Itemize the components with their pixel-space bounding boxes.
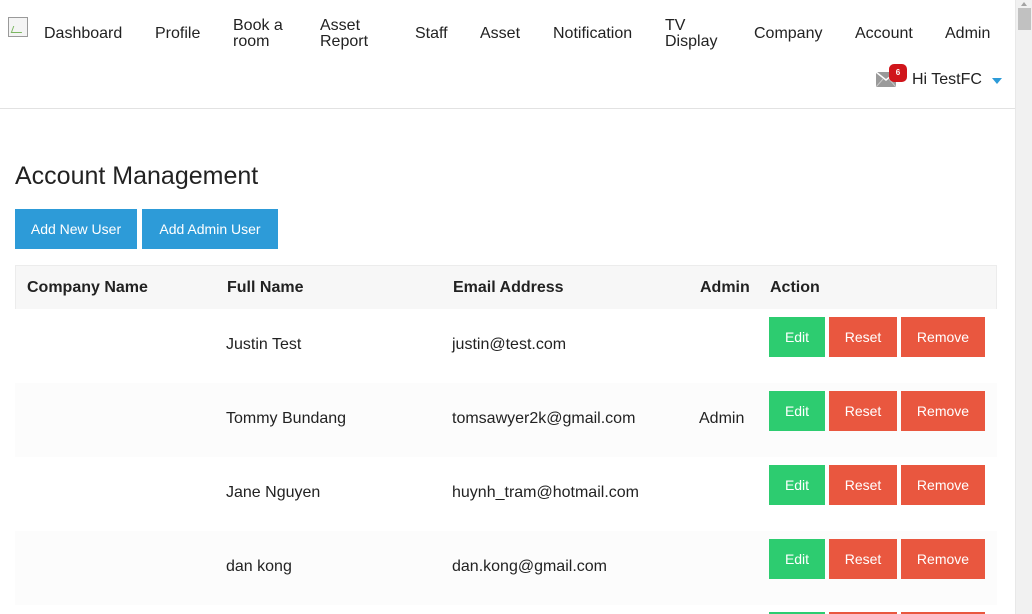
reset-button[interactable]: Reset bbox=[829, 539, 897, 579]
table-row-partial bbox=[15, 605, 997, 614]
cell-full-name: Jane Nguyen bbox=[226, 484, 321, 501]
nav-account[interactable]: Account bbox=[855, 26, 913, 42]
edit-button[interactable]: Edit bbox=[769, 317, 825, 357]
cell-full-name: Tommy Bundang bbox=[226, 410, 347, 427]
table-row: Tommy Bundang tomsawyer2k@gmail.com Admi… bbox=[15, 383, 997, 457]
cell-email: justin@test.com bbox=[452, 336, 567, 353]
scrollbar-thumb[interactable] bbox=[1018, 8, 1031, 30]
reset-button[interactable]: Reset bbox=[829, 317, 897, 357]
header-full-name: Full Name bbox=[227, 279, 304, 296]
table-row: Justin Test justin@test.com Edit Reset R… bbox=[15, 309, 997, 383]
table-header-row: Company Name Full Name Email Address Adm… bbox=[15, 265, 997, 309]
cell-admin: Admin bbox=[699, 410, 745, 427]
reset-button[interactable]: Reset bbox=[829, 465, 897, 505]
nav-company[interactable]: Company bbox=[754, 26, 822, 42]
nav-profile[interactable]: Profile bbox=[155, 26, 200, 42]
header-action: Action bbox=[770, 279, 820, 296]
remove-button[interactable]: Remove bbox=[901, 539, 985, 579]
header-admin: Admin bbox=[700, 279, 750, 296]
remove-button[interactable]: Remove bbox=[901, 465, 985, 505]
nav-dashboard[interactable]: Dashboard bbox=[44, 26, 122, 42]
user-greeting[interactable]: Hi TestFC bbox=[912, 71, 982, 89]
page-title: Account Management bbox=[15, 162, 259, 190]
add-new-user-button[interactable]: Add New User bbox=[15, 209, 137, 249]
edit-button[interactable]: Edit bbox=[769, 539, 825, 579]
header-email-address: Email Address bbox=[453, 279, 564, 296]
nav-asset-report[interactable]: Asset Report bbox=[320, 18, 375, 50]
nav-staff[interactable]: Staff bbox=[415, 26, 448, 42]
cell-full-name: dan kong bbox=[226, 558, 292, 575]
edit-button[interactable]: Edit bbox=[769, 465, 825, 505]
vertical-scrollbar[interactable] bbox=[1015, 0, 1032, 614]
nav-asset[interactable]: Asset bbox=[480, 26, 520, 42]
table-row: dan kong dan.kong@gmail.com Edit Reset R… bbox=[15, 531, 997, 605]
cell-full-name: Justin Test bbox=[226, 336, 302, 353]
unread-count-badge: 6 bbox=[889, 64, 907, 82]
edit-button[interactable]: Edit bbox=[769, 391, 825, 431]
remove-button[interactable]: Remove bbox=[901, 317, 985, 357]
table-row: Jane Nguyen huynh_tram@hotmail.com Edit … bbox=[15, 457, 997, 531]
add-admin-user-button[interactable]: Add Admin User bbox=[142, 209, 278, 249]
remove-button[interactable]: Remove bbox=[901, 391, 985, 431]
caret-down-icon[interactable] bbox=[992, 78, 1002, 84]
nav-admin[interactable]: Admin bbox=[945, 26, 990, 42]
cell-email: huynh_tram@hotmail.com bbox=[452, 484, 639, 501]
header-company-name: Company Name bbox=[27, 279, 148, 296]
nav-notification[interactable]: Notification bbox=[553, 26, 632, 42]
nav-tv-display[interactable]: TV Display bbox=[665, 18, 721, 50]
scroll-up-arrow-icon[interactable] bbox=[1021, 2, 1027, 6]
cell-email: dan.kong@gmail.com bbox=[452, 558, 607, 575]
reset-button[interactable]: Reset bbox=[829, 391, 897, 431]
logo-image-icon[interactable] bbox=[8, 17, 28, 37]
nav-book-a-room[interactable]: Book a room bbox=[233, 18, 295, 50]
cell-email: tomsawyer2k@gmail.com bbox=[452, 410, 636, 427]
top-navbar: Dashboard Profile Book a room Asset Repo… bbox=[0, 0, 1015, 109]
